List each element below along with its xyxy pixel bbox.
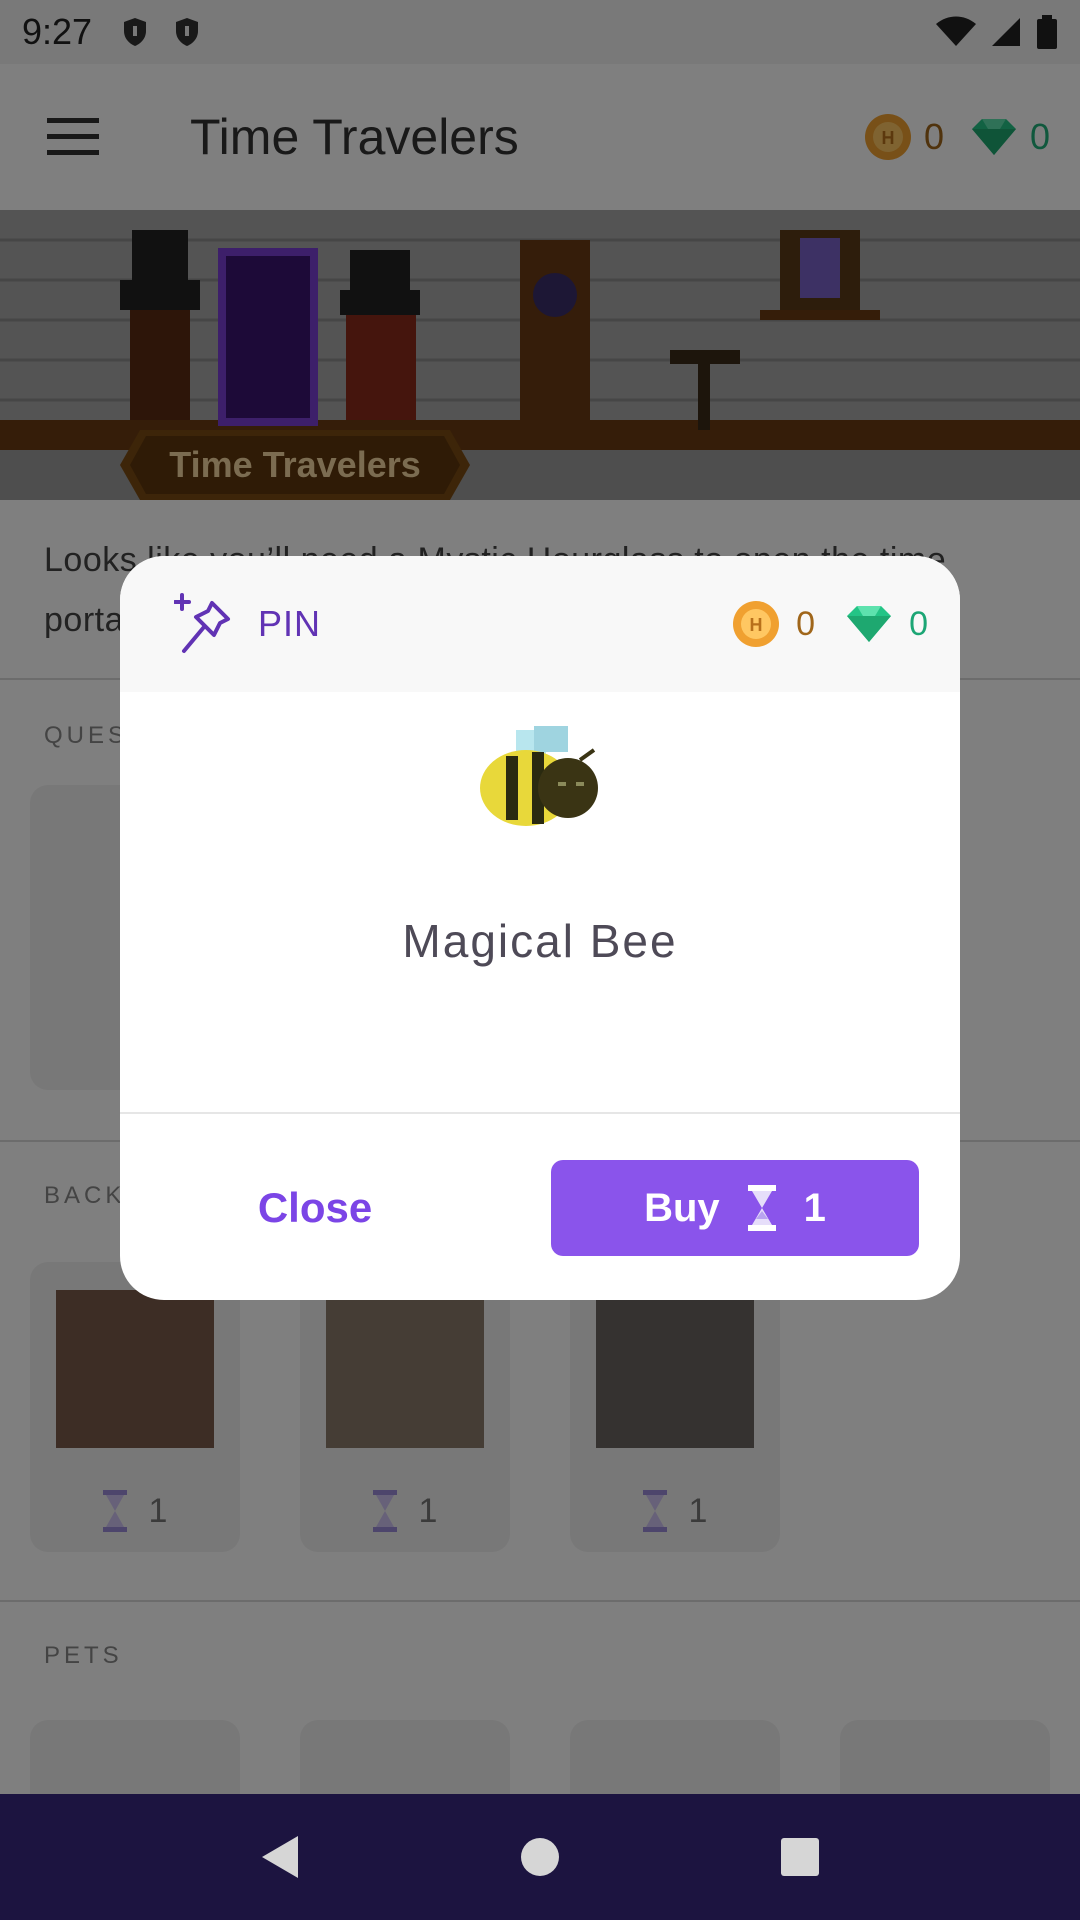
dialog-divider xyxy=(120,1112,960,1114)
recents-icon[interactable] xyxy=(780,1837,820,1877)
pin-icon xyxy=(174,593,230,653)
close-button[interactable]: Close xyxy=(200,1160,430,1256)
pin-label: PIN xyxy=(258,603,322,644)
svg-text:H: H xyxy=(750,615,763,635)
gold-coin-icon: H xyxy=(733,601,780,647)
gem-icon xyxy=(847,606,892,642)
pin-button[interactable]: PIN xyxy=(174,584,321,664)
home-icon[interactable] xyxy=(520,1837,560,1877)
item-name: Magical Bee xyxy=(402,915,678,967)
buy-button[interactable]: Buy 1 xyxy=(551,1160,919,1256)
purchase-dialog: PIN H 0 0 Magical Bee Close Buy 1 xyxy=(120,556,960,1300)
dialog-header: PIN H 0 0 xyxy=(120,556,960,692)
magical-bee-image xyxy=(480,726,598,826)
gem-count: 0 xyxy=(909,604,928,643)
buy-price: 1 xyxy=(803,1185,826,1230)
dialog-currency: H 0 0 xyxy=(732,600,928,648)
system-nav-bar xyxy=(0,1794,1080,1920)
buy-label: Buy xyxy=(644,1185,720,1230)
back-icon[interactable] xyxy=(260,1834,300,1880)
gold-count: 0 xyxy=(796,604,816,643)
hourglass-icon xyxy=(747,1185,776,1231)
